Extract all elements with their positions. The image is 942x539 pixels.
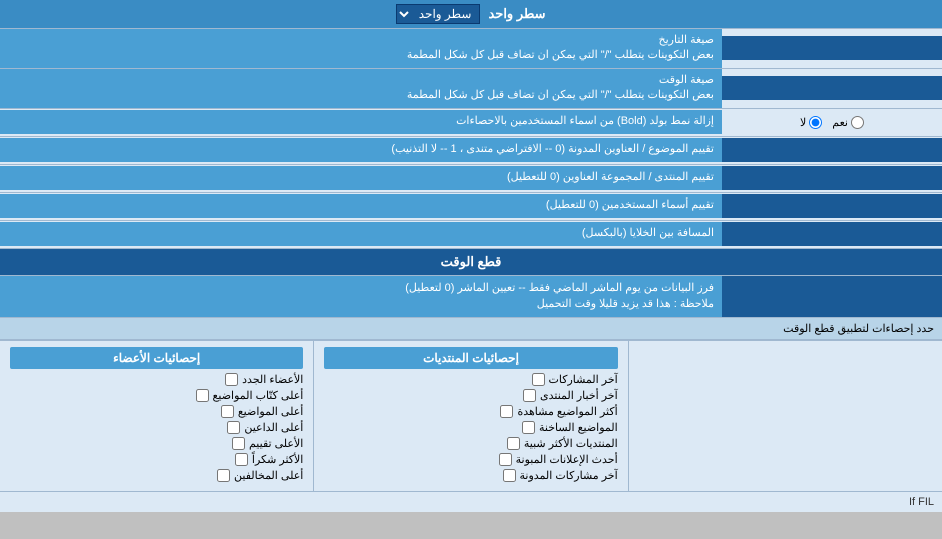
check-item-1-label: آخر المشاركات xyxy=(549,373,618,386)
forum-rating-input[interactable]: 33 xyxy=(728,171,936,185)
empty-col xyxy=(629,341,942,491)
cell-spacing-input-wrap: 2 xyxy=(722,222,942,246)
header-title: سطر واحد xyxy=(488,6,545,22)
check-item-5: المنتديات الأكثر شبية xyxy=(324,437,617,450)
divider-col-2 xyxy=(313,341,314,491)
radio-yes[interactable] xyxy=(851,116,864,129)
time-format-input[interactable]: H:i xyxy=(728,81,936,95)
check-item-3: أكثر المواضيع مشاهدة xyxy=(324,405,617,418)
col-members-header: إحصائيات الأعضاء xyxy=(10,347,303,369)
row-time-format: H:i صيغة الوقت بعض التكوينات يتطلب "/" ا… xyxy=(0,69,942,109)
check-member-1: الأعضاء الجدد xyxy=(10,373,303,386)
checkbox-blog-posts[interactable] xyxy=(503,469,516,482)
check-member-1-label: الأعضاء الجدد xyxy=(242,373,303,386)
check-item-2-label: آخر أخبار المنتدى xyxy=(540,389,618,402)
check-member-2-label: أعلى كتّاب المواضيع xyxy=(213,389,304,402)
check-item-4-label: المواضيع الساخنة xyxy=(539,421,618,434)
check-member-5-label: الأعلى تقييم xyxy=(249,437,303,450)
check-member-7-label: أعلى المخالفين xyxy=(234,469,303,482)
checkbox-top-violators[interactable] xyxy=(217,469,230,482)
checkbox-latest-announcements[interactable] xyxy=(499,453,512,466)
bottom-note: If FIL xyxy=(0,491,942,512)
note-row: 0 فرز البيانات من يوم الماشر الماضي فقط … xyxy=(0,276,942,318)
checkbox-top-rated[interactable] xyxy=(232,437,245,450)
note-input[interactable]: 0 xyxy=(728,289,936,303)
checkbox-last-posts[interactable] xyxy=(532,373,545,386)
checkboxes-col-forums: إحصائيات المنتديات آخر المشاركات آخر أخب… xyxy=(314,341,627,491)
row-cell-spacing: 2 المسافة بين الخلايا (بالبكسل) xyxy=(0,221,942,249)
row-user-rating: 0 تقييم أسماء المستخدمين (0 للتعطيل) xyxy=(0,193,942,221)
check-item-7: آخر مشاركات المدونة xyxy=(324,469,617,482)
checkbox-forum-news[interactable] xyxy=(523,389,536,402)
checkbox-top-posters[interactable] xyxy=(196,389,209,402)
forum-rating-input-wrap: 33 xyxy=(722,166,942,190)
checkbox-new-members[interactable] xyxy=(225,373,238,386)
check-member-5: الأعلى تقييم xyxy=(10,437,303,450)
checkbox-most-viewed[interactable] xyxy=(500,405,513,418)
check-item-1: آخر المشاركات xyxy=(324,373,617,386)
checkboxes-section: إحصائيات المنتديات آخر المشاركات آخر أخب… xyxy=(0,340,942,491)
topic-rating-input[interactable]: 33 xyxy=(728,143,936,157)
date-format-label: صيغة التاريخ بعض التكوينات يتطلب "/" الت… xyxy=(0,29,722,68)
note-label: فرز البيانات من يوم الماشر الماضي فقط --… xyxy=(0,276,722,317)
time-format-label: صيغة الوقت بعض التكوينات يتطلب "/" التي … xyxy=(0,69,722,108)
header-select[interactable]: سطر واحد سطرين ثلاثة أسطر xyxy=(396,4,480,24)
checkbox-top-inviters[interactable] xyxy=(227,421,240,434)
check-member-4: أعلى الداعين xyxy=(10,421,303,434)
row-forum-rating: 33 تقييم المنتدى / المجموعة العناوين (0 … xyxy=(0,165,942,193)
divider-col xyxy=(628,341,629,491)
checkbox-most-thanked[interactable] xyxy=(235,453,248,466)
check-item-6: أحدث الإعلانات المبونة xyxy=(324,453,617,466)
topic-rating-label: تقييم الموضوع / العناوين المدونة (0 -- ا… xyxy=(0,138,722,161)
row-bold-remove: نعم لا إزالة نمط بولد (Bold) من اسماء ال… xyxy=(0,109,942,137)
forum-rating-label: تقييم المنتدى / المجموعة العناوين (0 للت… xyxy=(0,166,722,189)
date-format-input-wrap: d-m xyxy=(722,36,942,60)
checkbox-popular-forums[interactable] xyxy=(507,437,520,450)
col-forums-header: إحصائيات المنتديات xyxy=(324,347,617,369)
check-item-7-label: آخر مشاركات المدونة xyxy=(520,469,618,482)
radio-yes-label[interactable]: نعم xyxy=(832,116,864,129)
radio-no[interactable] xyxy=(809,116,822,129)
user-rating-input[interactable]: 0 xyxy=(728,199,936,213)
cell-spacing-input[interactable]: 2 xyxy=(728,227,936,241)
check-member-4-label: أعلى الداعين xyxy=(244,421,303,434)
check-item-5-label: المنتديات الأكثر شبية xyxy=(524,437,618,450)
note-input-wrap: 0 xyxy=(722,276,942,317)
check-member-6: الأكثر شكراً xyxy=(10,453,303,466)
check-member-3: أعلى المواضيع xyxy=(10,405,303,418)
user-rating-input-wrap: 0 xyxy=(722,194,942,218)
header-row: سطر واحد سطر واحد سطرين ثلاثة أسطر xyxy=(0,0,942,29)
date-format-input[interactable]: d-m xyxy=(728,41,936,55)
row-date-format: d-m صيغة التاريخ بعض التكوينات يتطلب "/"… xyxy=(0,29,942,69)
check-member-2: أعلى كتّاب المواضيع xyxy=(10,389,303,402)
radio-no-label[interactable]: لا xyxy=(800,116,822,129)
section-header: قطع الوقت xyxy=(0,249,942,276)
user-rating-label: تقييم أسماء المستخدمين (0 للتعطيل) xyxy=(0,194,722,217)
topic-rating-input-wrap: 33 xyxy=(722,138,942,162)
checkbox-top-topics[interactable] xyxy=(221,405,234,418)
cell-spacing-label: المسافة بين الخلايا (بالبكسل) xyxy=(0,222,722,245)
check-member-6-label: الأكثر شكراً xyxy=(252,453,303,466)
checkboxes-col-members: إحصائيات الأعضاء الأعضاء الجدد أعلى كتّا… xyxy=(0,341,313,491)
check-item-2: آخر أخبار المنتدى xyxy=(324,389,617,402)
bold-remove-label: إزالة نمط بولد (Bold) من اسماء المستخدمي… xyxy=(0,110,722,133)
time-format-input-wrap: H:i xyxy=(722,76,942,100)
limit-row: حدد إحصاءات لتطبيق قطع الوقت xyxy=(0,318,942,340)
check-item-3-label: أكثر المواضيع مشاهدة xyxy=(517,405,617,418)
row-topic-rating: 33 تقييم الموضوع / العناوين المدونة (0 -… xyxy=(0,137,942,165)
main-container: سطر واحد سطر واحد سطرين ثلاثة أسطر d-m ص… xyxy=(0,0,942,512)
bold-radio-group: نعم لا xyxy=(722,116,942,129)
checkbox-hot-topics[interactable] xyxy=(522,421,535,434)
check-member-3-label: أعلى المواضيع xyxy=(238,405,304,418)
check-item-6-label: أحدث الإعلانات المبونة xyxy=(516,453,618,466)
check-item-4: المواضيع الساخنة xyxy=(324,421,617,434)
check-member-7: أعلى المخالفين xyxy=(10,469,303,482)
